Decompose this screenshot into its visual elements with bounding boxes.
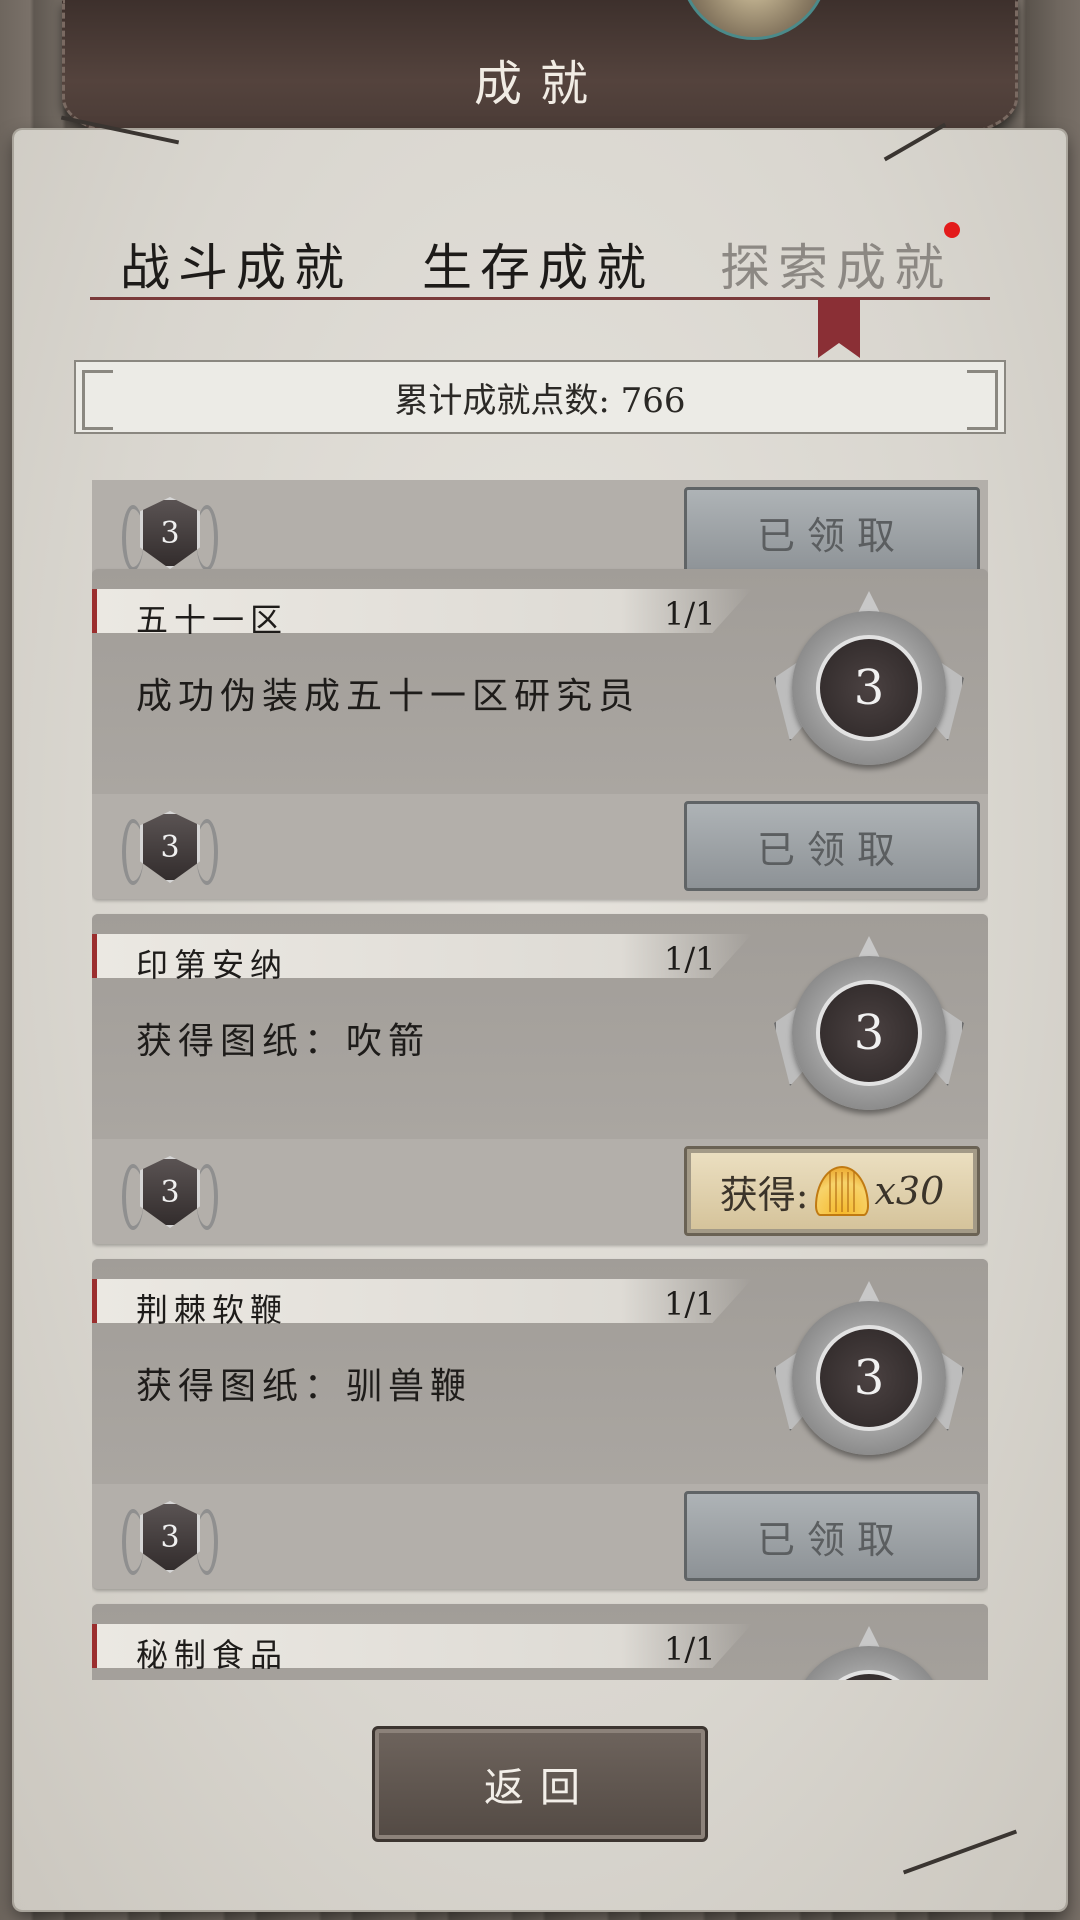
achievement-progress: 1/1 [664,1630,716,1668]
avatar-emblem-icon [679,0,829,40]
category-tabs: 战斗成就 生存成就 探索成就 [90,220,990,300]
page-title: 成就 [473,56,606,112]
list-item: 五十一区 1/1 成功伪装成五十一区研究员 3 3 已领取 [92,569,988,899]
achievement-description: 获得图纸：吹箭 [136,1021,431,1062]
notification-dot [944,222,960,238]
list-item: 荆棘软鞭 1/1 获得图纸：驯兽鞭 3 3 已领取 [92,1259,988,1589]
tab-combat[interactable]: 战斗成就 [120,228,352,300]
achievement-title: 印第安纳 [136,946,289,984]
achievement-title: 五十一区 [136,601,289,639]
achievement-points-bar: 累计成就点数: 766 [74,360,1006,434]
list-item: 秘制食品 1/1 3 [92,1604,988,1680]
achievement-medal-icon: 3 [774,936,964,1132]
back-button[interactable]: 返回 [372,1726,708,1842]
achievement-medal-icon: 3 [774,1626,964,1680]
achievement-points: 累计成就点数: 766 [394,380,686,421]
achievement-progress: 1/1 [664,940,716,978]
reward-quantity: x30 [874,1169,945,1213]
header-banner: 成就 [62,0,1018,138]
achievement-progress: 1/1 [664,1285,716,1323]
small-medal-icon: 3 [122,1154,218,1238]
small-medal-icon: 3 [122,495,218,579]
achievement-description: 成功伪装成五十一区研究员 [136,676,641,717]
shell-icon [814,1166,869,1216]
reward-label: 获得: [719,1172,809,1217]
achievement-progress: 1/1 [664,595,716,633]
achievement-medal-icon: 3 [774,1281,964,1477]
small-medal-icon: 3 [122,1499,218,1583]
achievement-list[interactable]: 3 已领取 五十一区 1/1 成功伪装成五十一区研究员 3 3 已领取 印第安纳… [92,480,988,1680]
claimed-button[interactable]: 已领取 [684,1491,980,1581]
tab-exploration[interactable]: 探索成就 [720,228,952,300]
claimed-button[interactable]: 已领取 [684,487,980,577]
achievement-title: 荆棘软鞭 [136,1291,289,1329]
claim-reward-button[interactable]: 获得: x30 [684,1146,980,1236]
list-item: 印第安纳 1/1 获得图纸：吹箭 3 3 获得: x30 [92,914,988,1244]
small-medal-icon: 3 [122,809,218,893]
achievement-description: 获得图纸：驯兽鞭 [136,1366,473,1407]
achievement-title: 秘制食品 [136,1636,289,1674]
claimed-button[interactable]: 已领取 [684,801,980,891]
achievement-medal-icon: 3 [774,591,964,787]
tab-survival[interactable]: 生存成就 [422,228,654,300]
